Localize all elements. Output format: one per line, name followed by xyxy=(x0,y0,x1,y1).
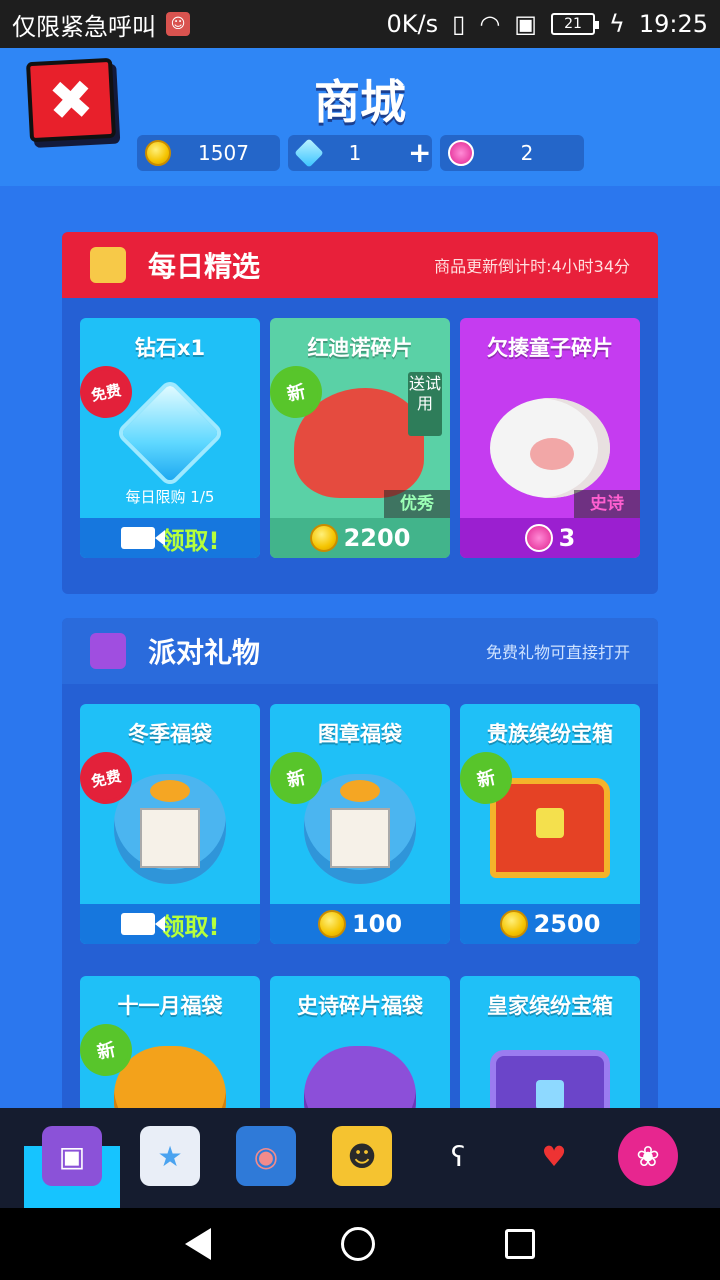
card-naughty-kid[interactable]: 欠揍童子碎片 史诗 3 xyxy=(460,318,640,558)
gem-icon xyxy=(294,138,324,168)
card-title: 钻石x1 xyxy=(134,336,206,360)
price-value: 2500 xyxy=(533,910,601,938)
shop-screen: ✖ 商城 1507 1 + 2 每日精选 商品更新倒计时:4小时34分 钻石x1… xyxy=(0,48,720,1108)
app-notification-icon: ☺ xyxy=(166,12,190,36)
price-value: 3 xyxy=(558,524,576,552)
lucky-bag-icon xyxy=(114,1046,226,1108)
back-icon[interactable] xyxy=(185,1228,211,1260)
battery-icon: 21 xyxy=(550,13,599,35)
price-button[interactable]: 2500 xyxy=(460,904,640,944)
sim-icon: ▣ xyxy=(514,10,537,38)
claim-label: 领取! xyxy=(160,912,220,941)
trial-tag: 送试用 xyxy=(408,372,442,436)
bottom-nav: ▣ ★ ◉ ☻ ʕ ♥ ❀ xyxy=(0,1108,720,1208)
nav-favorites-icon[interactable]: ★ xyxy=(140,1126,200,1186)
card-title: 皇家缤纷宝箱 xyxy=(487,994,613,1018)
purchase-limit: 每日限购 1/5 xyxy=(125,488,215,506)
card-stamp-bag[interactable]: 图章福袋 新 100 xyxy=(270,704,450,944)
claim-button[interactable]: 领取! xyxy=(80,518,260,558)
claim-label: 领取! xyxy=(160,526,220,555)
card-title: 冬季福袋 xyxy=(128,722,212,746)
card-title: 欠揍童子碎片 xyxy=(487,336,613,360)
price-button[interactable]: 2200 xyxy=(270,518,450,558)
page-title: 商城 xyxy=(314,75,406,129)
battery-level: 21 xyxy=(564,16,582,32)
coin-icon xyxy=(145,140,171,166)
coin-icon xyxy=(499,910,528,938)
price-value: 100 xyxy=(351,910,403,938)
gift-chest-icon xyxy=(90,633,126,669)
nav-lotus-icon[interactable]: ❀ xyxy=(618,1126,678,1186)
party-note: 免费礼物可直接打开 xyxy=(485,643,630,662)
bow-icon xyxy=(150,780,190,802)
chest-lock-icon xyxy=(536,808,564,838)
token-icon xyxy=(524,524,553,552)
home-icon[interactable] xyxy=(341,1227,375,1261)
gem-value: 1 xyxy=(348,141,362,165)
card-title: 图章福袋 xyxy=(318,722,402,746)
wifi-icon: ◠ xyxy=(479,10,501,38)
status-bar: 仅限紧急呼叫 ☺ 0K/s ▯ ◠ ▣ 21 ϟ 19:25 xyxy=(0,0,720,48)
card-red-dino[interactable]: 红迪诺碎片 新 送试用 优秀 2200 xyxy=(270,318,450,558)
diamond-icon xyxy=(120,383,220,483)
token-value: 2 xyxy=(520,141,534,165)
party-header: 派对礼物 免费礼物可直接打开 xyxy=(62,618,658,684)
panda-stamp xyxy=(140,808,200,868)
nav-stamp-icon[interactable]: ♥ xyxy=(524,1126,584,1186)
clock: 19:25 xyxy=(638,10,708,38)
card-november-bag[interactable]: 十一月福袋 新 2500 xyxy=(80,976,260,1108)
vibrate-icon: ▯ xyxy=(452,10,466,38)
card-title: 十一月福袋 xyxy=(117,994,223,1018)
rarity-label: 史诗 xyxy=(574,490,640,518)
charging-icon: ϟ xyxy=(608,10,625,38)
coin-balance: 1507 xyxy=(137,135,280,171)
rarity-label: 优秀 xyxy=(384,490,450,518)
coin-value: 1507 xyxy=(198,141,249,165)
coin-icon xyxy=(309,524,338,552)
card-diamond[interactable]: 钻石x1 免费 每日限购 1/5 领取! xyxy=(80,318,260,558)
video-icon xyxy=(120,527,165,549)
network-speed: 0K/s xyxy=(386,10,439,38)
bow-icon xyxy=(340,780,380,802)
video-icon xyxy=(120,913,165,935)
card-epic-shard-bag[interactable]: 史诗碎片福袋 2 xyxy=(270,976,450,1108)
nav-shop-chest-icon[interactable]: ▣ xyxy=(42,1126,102,1186)
party-title: 派对礼物 xyxy=(148,636,261,669)
heart-stamp xyxy=(330,808,390,868)
chest-gem-icon xyxy=(536,1080,564,1108)
gem-balance[interactable]: 1 + xyxy=(288,135,432,171)
nav-character-icon[interactable]: ☻ xyxy=(332,1126,392,1186)
recents-icon[interactable] xyxy=(505,1229,535,1259)
daily-selection-panel: 每日精选 商品更新倒计时:4小时34分 钻石x1 免费 每日限购 1/5 领取!… xyxy=(62,232,658,594)
shop-stall-icon xyxy=(90,247,126,283)
add-gem-button[interactable]: + xyxy=(408,135,431,171)
card-noble-chest[interactable]: 贵族缤纷宝箱 新 2500 xyxy=(460,704,640,944)
claim-button[interactable]: 领取! xyxy=(80,904,260,944)
pig-nose xyxy=(530,438,574,470)
carrier-text: 仅限紧急呼叫 xyxy=(12,12,156,41)
card-winter-bag[interactable]: 冬季福袋 免费 领取! xyxy=(80,704,260,944)
card-title: 史诗碎片福袋 xyxy=(297,994,423,1018)
party-gifts-panel: 派对礼物 免费礼物可直接打开 冬季福袋 免费 领取! 图章福袋 新 100 贵族… xyxy=(62,618,658,1108)
card-royal-chest[interactable]: 皇家缤纷宝箱 2 xyxy=(460,976,640,1108)
nav-tv-icon[interactable]: ◉ xyxy=(236,1126,296,1186)
price-button[interactable]: 3 xyxy=(460,518,640,558)
daily-title: 每日精选 xyxy=(148,250,261,283)
system-nav-bar xyxy=(0,1208,720,1280)
card-title: 红迪诺碎片 xyxy=(307,336,413,360)
free-badge: 免费 xyxy=(80,365,133,419)
shop-header: ✖ 商城 1507 1 + 2 xyxy=(0,48,720,186)
price-value: 2200 xyxy=(343,524,411,552)
token-icon xyxy=(448,140,474,166)
token-balance: 2 xyxy=(440,135,584,171)
price-button[interactable]: 100 xyxy=(270,904,450,944)
lucky-bag-icon xyxy=(304,1046,416,1108)
coin-icon xyxy=(317,910,346,938)
nav-bunny-icon[interactable]: ʕ xyxy=(428,1126,488,1186)
daily-header: 每日精选 商品更新倒计时:4小时34分 xyxy=(62,232,658,298)
card-title: 贵族缤纷宝箱 xyxy=(487,722,613,746)
refresh-countdown: 商品更新倒计时:4小时34分 xyxy=(434,257,630,276)
